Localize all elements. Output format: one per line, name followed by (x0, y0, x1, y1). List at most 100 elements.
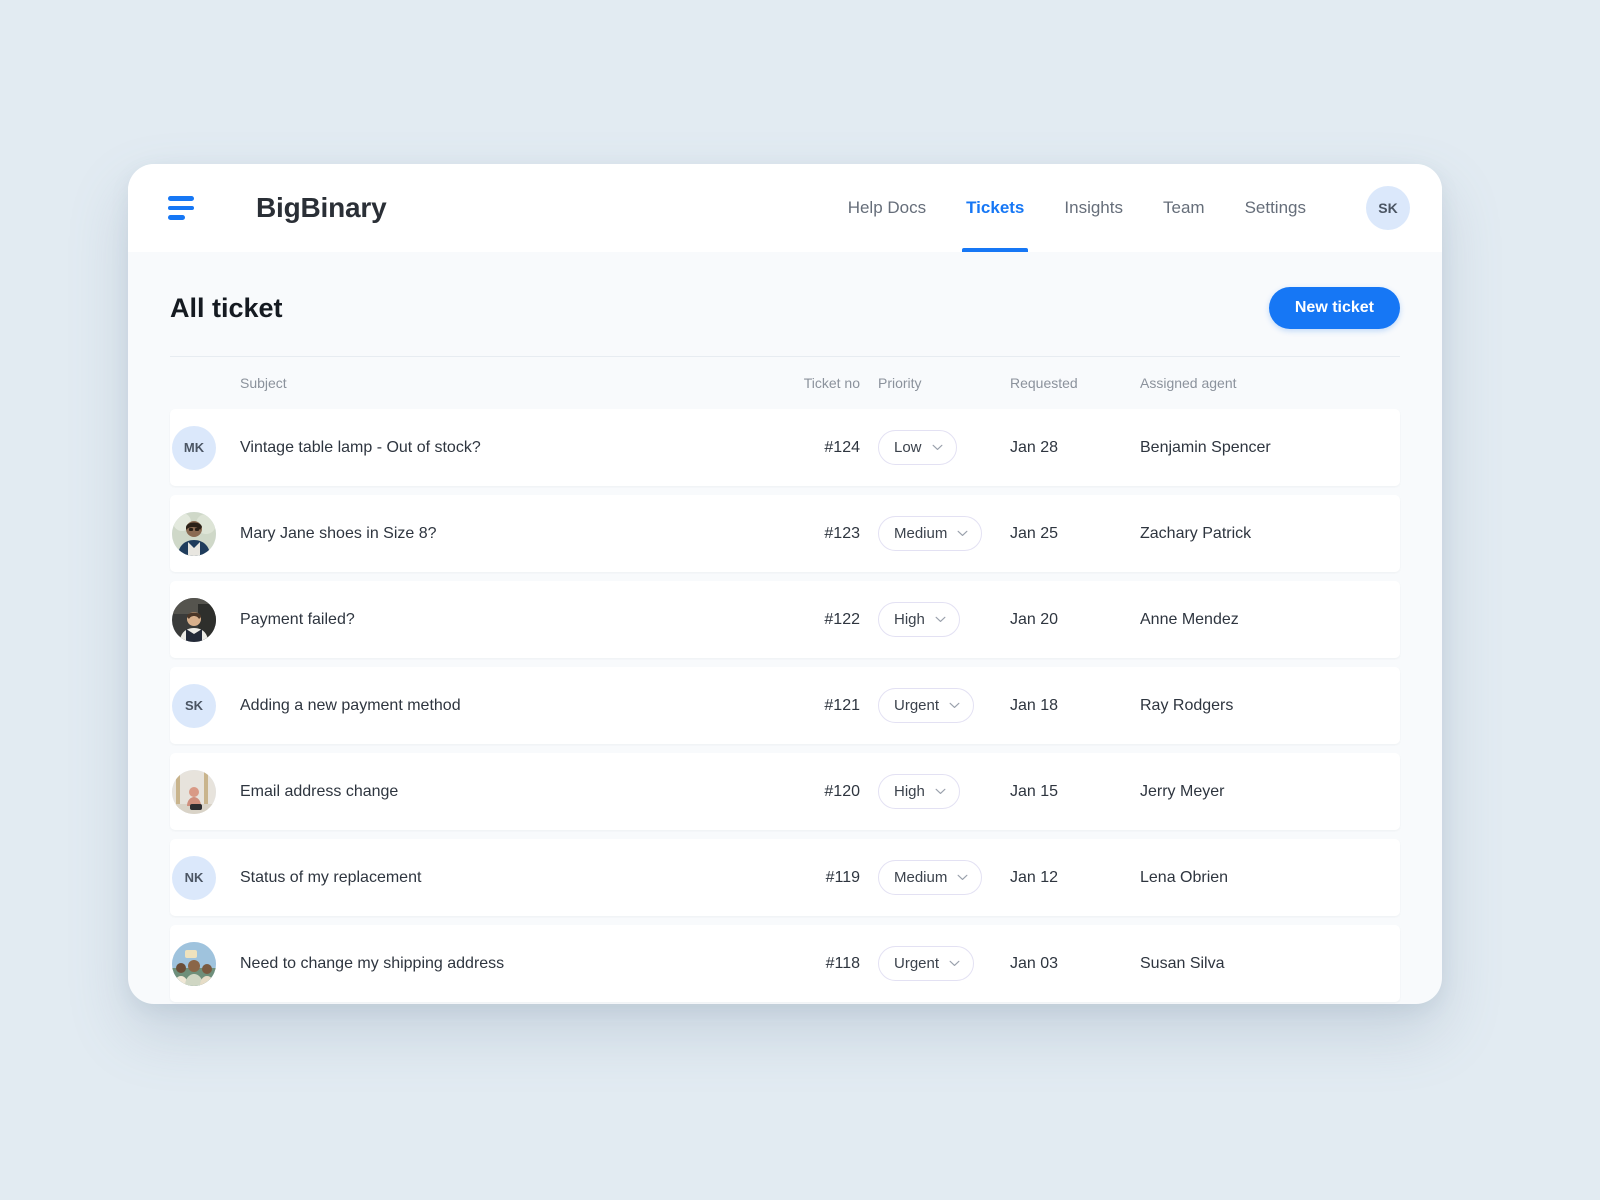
avatar: MK (172, 425, 216, 470)
requested-date: Jan 03 (1010, 954, 1059, 972)
nav-item-insights[interactable]: Insights (1044, 164, 1143, 252)
ticket-subject[interactable]: Payment failed? (240, 611, 760, 629)
chevron-down-icon (935, 616, 946, 622)
table-header-row: Subject Ticket no Priority Requested Ass… (170, 357, 1400, 409)
chevron-down-icon (957, 874, 968, 880)
assigned-agent: Anne Mendez (1140, 610, 1239, 628)
requested-date: Jan 12 (1010, 868, 1059, 886)
table-body: MK Vintage table lamp - Out of stock? #124… (170, 409, 1400, 1002)
priority-dropdown[interactable]: High (878, 774, 960, 809)
table-row[interactable]: MK Vintage table lamp - Out of stock? #124… (170, 409, 1400, 486)
column-header-ticket-no: Ticket no (803, 375, 860, 391)
ticket-number: #121 (824, 696, 860, 714)
row-avatar-cell: SK (170, 683, 240, 728)
ticket-subject[interactable]: Adding a new payment method (240, 697, 760, 715)
tickets-table: Subject Ticket no Priority Requested Ass… (170, 356, 1400, 1002)
table-row[interactable]: SK Adding a new payment method #121 Urgent J… (170, 667, 1400, 744)
chevron-down-icon (949, 702, 960, 708)
page-header: All ticket New ticket (170, 252, 1400, 356)
chevron-down-icon (932, 444, 942, 450)
avatar (172, 511, 216, 556)
ticket-number: #123 (824, 524, 860, 542)
table-row[interactable]: Need to change my shipping address #118 Ur… (170, 925, 1400, 1002)
priority-dropdown[interactable]: Urgent (878, 688, 975, 723)
priority-dropdown[interactable]: Medium (878, 860, 983, 895)
column-header-subject: Subject (240, 375, 287, 391)
ticket-number: #119 (825, 868, 860, 886)
row-avatar-cell (170, 769, 240, 814)
chevron-down-icon (957, 530, 968, 536)
table-row[interactable]: Payment failed? #122 High Jan 20 Anne Mendez (170, 581, 1400, 658)
avatar (172, 597, 216, 642)
nav-item-tickets[interactable]: Tickets (946, 164, 1044, 252)
hamburger-icon[interactable] (168, 196, 198, 221)
nav-item-help-docs[interactable]: Help Docs (828, 164, 946, 252)
priority-cell: High (860, 774, 1000, 809)
priority-value: Medium (894, 869, 948, 886)
priority-value: Urgent (894, 697, 940, 714)
priority-cell: Medium (860, 516, 1000, 551)
ticket-subject[interactable]: Mary Jane shoes in Size 8? (240, 525, 760, 543)
avatar: SK (172, 683, 216, 728)
row-avatar-cell (170, 597, 240, 642)
priority-value: Urgent (894, 955, 940, 972)
table-row[interactable]: Mary Jane shoes in Size 8? #123 Medium Jan … (170, 495, 1400, 572)
page-content: All ticket New ticket Subject Ticket no … (128, 252, 1442, 1002)
nav-item-team[interactable]: Team (1143, 164, 1225, 252)
row-avatar-cell: MK (170, 425, 240, 470)
avatar: NK (172, 855, 216, 900)
assigned-agent: Zachary Patrick (1140, 524, 1252, 542)
avatar (172, 941, 216, 986)
chevron-down-icon (949, 960, 960, 966)
hamburger-bar-3 (168, 215, 185, 221)
new-ticket-button[interactable]: New ticket (1268, 287, 1400, 329)
table-row[interactable]: Email address change #120 High Jan 15 Jerry … (170, 753, 1400, 830)
brand-logo[interactable]: BigBinary (256, 192, 387, 224)
ticket-subject[interactable]: Email address change (240, 783, 760, 801)
ticket-number: #122 (824, 610, 860, 628)
assigned-agent: Jerry Meyer (1140, 782, 1225, 800)
assigned-agent: Ray Rodgers (1140, 696, 1234, 714)
priority-value: Medium (894, 525, 948, 542)
column-header-assigned-agent: Assigned agent (1140, 375, 1237, 391)
ticket-number: #124 (824, 438, 860, 456)
assigned-agent: Lena Obrien (1140, 868, 1229, 886)
priority-dropdown[interactable]: High (878, 602, 960, 637)
priority-cell: Low (860, 430, 1000, 465)
priority-value: Low (894, 439, 922, 456)
priority-cell: Urgent (860, 688, 1000, 723)
ticket-number: #118 (825, 954, 860, 972)
priority-dropdown[interactable]: Medium (878, 516, 983, 551)
priority-dropdown[interactable]: Low (878, 430, 957, 465)
ticket-subject[interactable]: Vintage table lamp - Out of stock? (240, 439, 760, 457)
requested-date: Jan 28 (1010, 438, 1059, 456)
requested-date: Jan 15 (1010, 782, 1059, 800)
priority-value: High (894, 783, 925, 800)
user-avatar[interactable]: SK (1366, 186, 1410, 230)
page-title: All ticket (170, 292, 283, 323)
assigned-agent: Susan Silva (1140, 954, 1225, 972)
row-avatar-cell: NK (170, 855, 240, 900)
chevron-down-icon (935, 788, 946, 794)
main-nav: Help Docs Tickets Insights Team Settings (828, 164, 1326, 252)
requested-date: Jan 20 (1010, 610, 1059, 628)
requested-date: Jan 18 (1010, 696, 1059, 714)
top-navigation-bar: BigBinary Help Docs Tickets Insights Tea… (128, 164, 1442, 252)
ticket-subject[interactable]: Need to change my shipping address (240, 955, 760, 973)
assigned-agent: Benjamin Spencer (1140, 438, 1271, 456)
avatar (172, 769, 216, 814)
app-window: BigBinary Help Docs Tickets Insights Tea… (128, 164, 1442, 1004)
table-row[interactable]: NK Status of my replacement #119 Medium Jan … (170, 839, 1400, 916)
ticket-subject[interactable]: Status of my replacement (240, 869, 760, 887)
nav-item-settings[interactable]: Settings (1225, 164, 1326, 252)
column-header-requested: Requested (1010, 375, 1078, 391)
priority-cell: High (860, 602, 1000, 637)
hamburger-bar-2 (168, 205, 194, 211)
ticket-number: #120 (824, 782, 860, 800)
requested-date: Jan 25 (1010, 524, 1059, 542)
priority-cell: Medium (860, 860, 1000, 895)
column-header-priority: Priority (878, 375, 922, 391)
priority-dropdown[interactable]: Urgent (878, 946, 975, 981)
priority-value: High (894, 611, 925, 628)
row-avatar-cell (170, 941, 240, 986)
